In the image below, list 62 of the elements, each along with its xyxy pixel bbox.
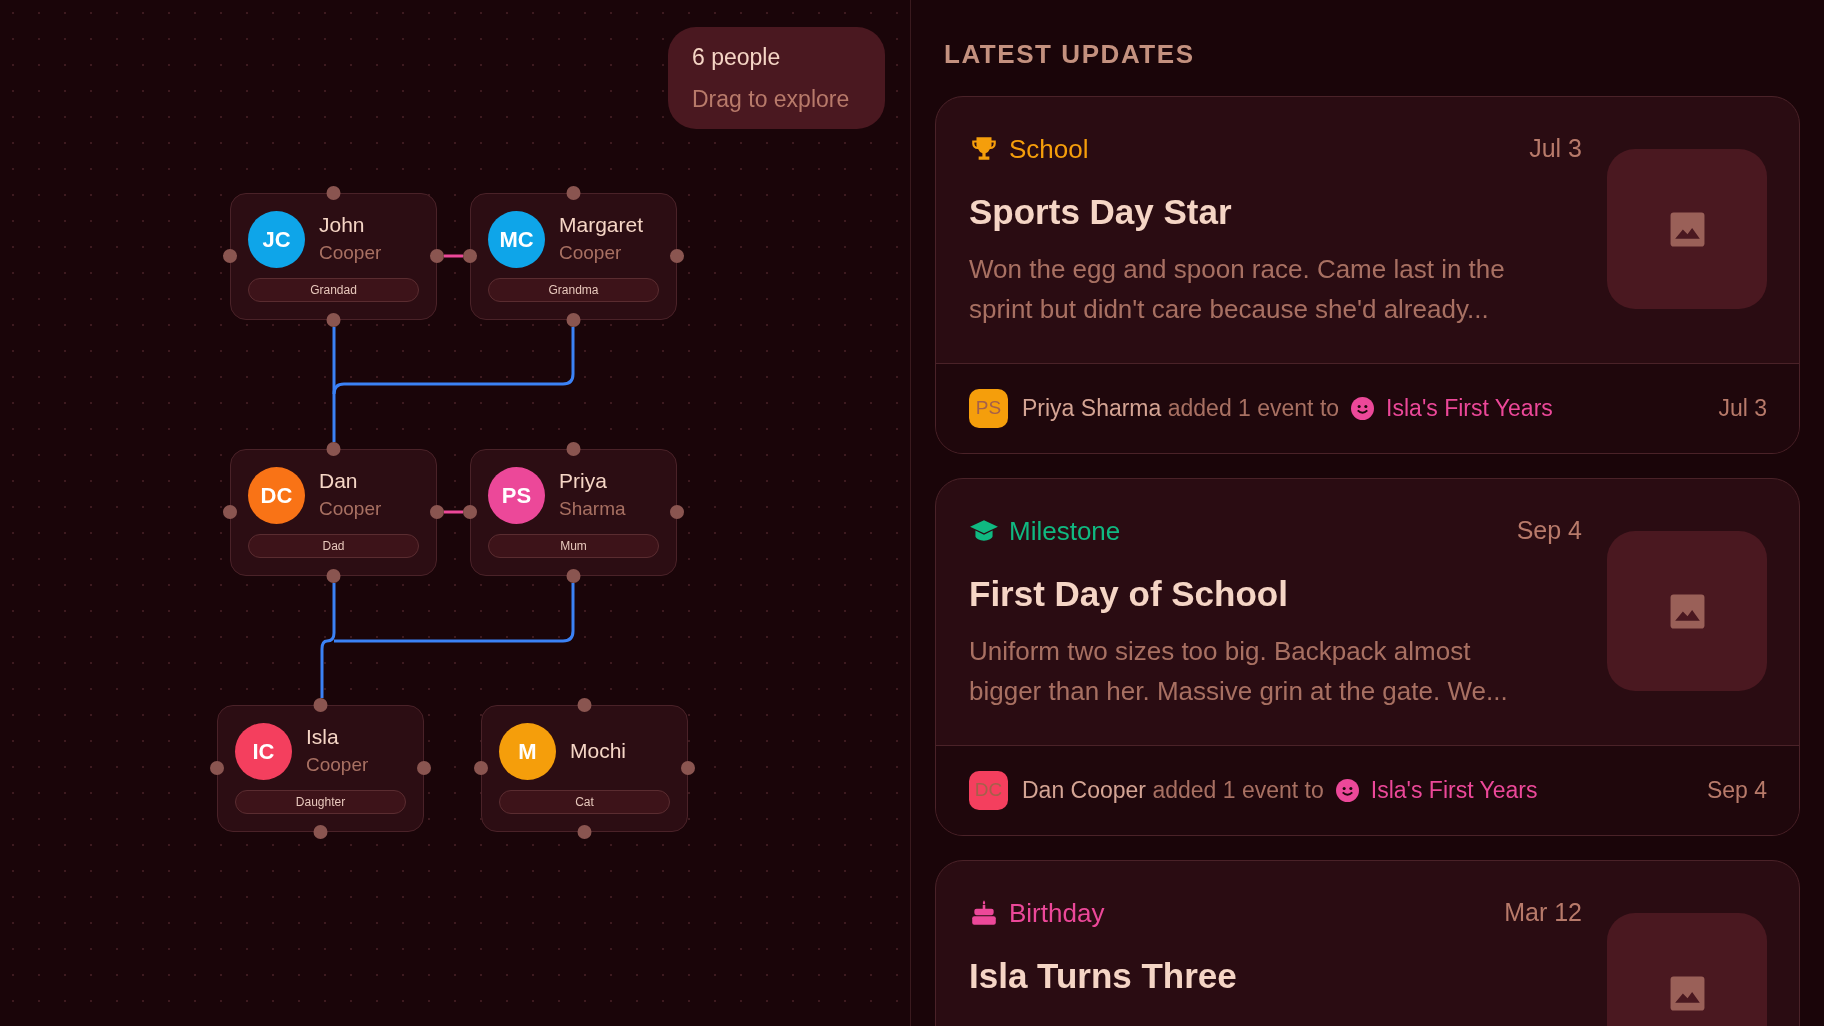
role-label: Mum xyxy=(488,534,659,558)
event-description: Won the egg and spoon race. Came last in the sprint but didn't care because she'd already... xyxy=(969,253,1506,326)
cake-icon xyxy=(969,898,999,928)
role-label: Grandma xyxy=(488,278,659,302)
event-date: Mar 12 xyxy=(1504,897,1582,929)
partner-line xyxy=(444,510,463,514)
role-label: Dad xyxy=(248,534,419,558)
first-name: Isla xyxy=(306,724,340,750)
role-label: Grandad xyxy=(248,278,419,302)
last-name: Cooper xyxy=(559,241,623,265)
avatar: DC xyxy=(248,466,305,524)
first-name: Margaret xyxy=(559,212,644,238)
drag-hint: Drag to explore xyxy=(692,85,851,114)
smiley-icon xyxy=(1351,397,1375,420)
activity-text: Priya Sharma added 1 event to xyxy=(1022,394,1340,424)
category-label: School xyxy=(1009,132,1089,166)
person-card[interactable]: MC Margaret Cooper Grandma xyxy=(470,193,677,320)
avatar: IC xyxy=(235,722,292,780)
person-card[interactable]: IC Isla Cooper Daughter xyxy=(217,705,424,832)
activity-date: Jul 3 xyxy=(1718,394,1767,424)
first-name: Dan xyxy=(319,468,359,494)
author-avatar: DC xyxy=(969,771,1008,810)
person-card[interactable]: DC Dan Cooper Dad xyxy=(230,449,437,576)
avatar: MC xyxy=(488,210,545,268)
first-name: John xyxy=(319,212,366,238)
album-link[interactable]: Isla's First Years xyxy=(1386,391,1553,426)
author-avatar: PS xyxy=(969,389,1008,428)
event-date: Jul 3 xyxy=(1529,133,1582,165)
last-name: Cooper xyxy=(319,241,382,265)
partner-line xyxy=(444,254,463,258)
avatar: JC xyxy=(248,210,305,268)
category-label: Birthday xyxy=(1009,896,1105,930)
update-card[interactable]: Birthday Mar 12 Isla Turns Three xyxy=(935,860,1800,1026)
event-title: Isla Turns Three xyxy=(969,955,1238,997)
person-card[interactable]: PS Priya Sharma Mum xyxy=(470,449,677,576)
event-date: Sep 4 xyxy=(1516,515,1582,547)
album-link[interactable]: Isla's First Years xyxy=(1370,773,1538,808)
image-icon xyxy=(1668,210,1706,248)
activity-date: Sep 4 xyxy=(1706,776,1767,806)
category-label: Milestone xyxy=(1009,514,1121,548)
avatar: M xyxy=(499,722,556,780)
last-name: Cooper xyxy=(306,753,369,777)
update-card[interactable]: School Jul 3 Sports Day Star Won the egg and spoon race. Came last in the sprint but didn't care because she'd already... PS Priya Sharma added 1 event to Isla's First Years Jul 3 xyxy=(935,96,1800,454)
role-label: Daughter xyxy=(235,790,406,814)
person-card[interactable]: JC John Cooper Grandad xyxy=(230,193,437,320)
activity-text: Dan Cooper added 1 event to xyxy=(1022,776,1324,806)
person-card[interactable]: M Mochi Cat xyxy=(481,705,688,832)
last-name: Cooper xyxy=(319,497,382,521)
role-label: Cat xyxy=(499,790,670,814)
last-name: Sharma xyxy=(559,497,626,521)
avatar: PS xyxy=(488,466,545,524)
image-icon xyxy=(1668,592,1706,630)
event-title: First Day of School xyxy=(969,573,1289,615)
first-name: Mochi xyxy=(570,738,627,764)
update-card[interactable]: Milestone Sep 4 First Day of School Uniform two sizes too big. Backpack almost bigger than her. Massive grin at the gate. We... DC Dan Cooper added 1 event to Isla's First Years Sep 4 xyxy=(935,478,1800,836)
people-count: 6 people xyxy=(692,42,782,72)
section-heading: LATEST UPDATES xyxy=(943,38,1196,71)
event-description: Uniform two sizes too big. Backpack almost bigger than her. Massive grin at the gate. We... xyxy=(969,635,1509,708)
image-icon xyxy=(1668,974,1706,1012)
first-name: Priya xyxy=(559,468,608,494)
smiley-icon xyxy=(1335,779,1359,802)
event-title: Sports Day Star xyxy=(969,191,1233,233)
